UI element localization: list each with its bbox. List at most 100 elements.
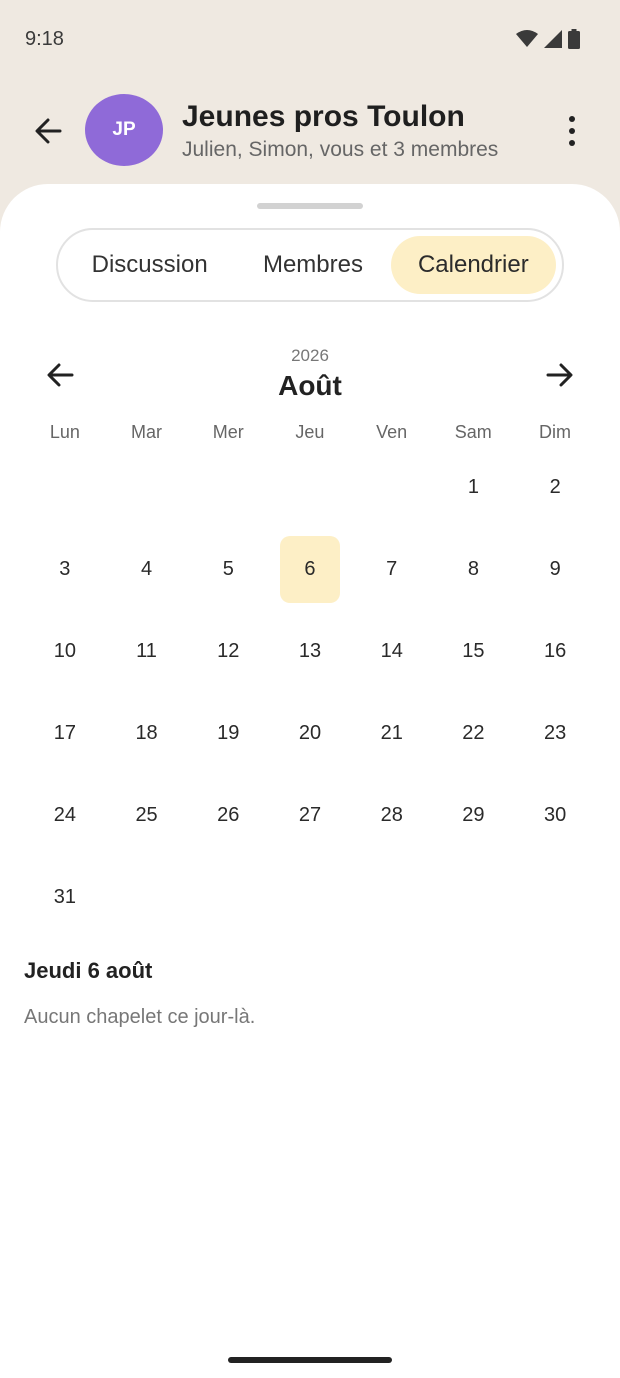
calendar-day[interactable]: 1 (433, 446, 515, 528)
status-bar: 9:18 (0, 0, 620, 78)
weekday-label: Lun (49, 422, 80, 442)
selected-date-heading: Jeudi 6 août (24, 958, 153, 983)
calendar-day[interactable]: 15 (433, 610, 515, 692)
calendar-day[interactable]: 3 (24, 528, 106, 610)
battery-icon (568, 29, 580, 49)
calendar-day[interactable]: 2 (514, 446, 596, 528)
avatar-initials: JP (112, 119, 136, 140)
calendar-day[interactable]: 8 (433, 528, 515, 610)
calendar-day[interactable]: 29 (433, 774, 515, 856)
day-number: 24 (53, 803, 76, 826)
wifi-icon (516, 30, 538, 47)
day-number: 14 (380, 639, 403, 662)
day-number: 12 (217, 639, 240, 662)
calendar-day[interactable]: 16 (514, 610, 596, 692)
calendar-day[interactable]: 11 (106, 610, 188, 692)
day-number: 21 (380, 721, 403, 744)
drag-handle[interactable] (257, 203, 363, 209)
day-number: 25 (135, 803, 158, 826)
day-number: 16 (544, 639, 567, 662)
status-time: 9:18 (25, 27, 64, 50)
day-number: 30 (544, 803, 567, 826)
empty-day-cell (24, 446, 106, 528)
day-number: 8 (467, 557, 479, 580)
day-number: 19 (217, 721, 240, 744)
calendar-year: 2026 (291, 346, 329, 365)
calendar-day[interactable]: 27 (269, 774, 351, 856)
calendar-day[interactable]: 26 (187, 774, 269, 856)
calendar-day[interactable]: 30 (514, 774, 596, 856)
home-indicator[interactable] (228, 1357, 392, 1363)
calendar-grid: 1 2 3 4 5 6 7 8 9 10 11 12 13 14 15 16 17 18 19 20 21 22 23 24 2… (24, 446, 596, 938)
chat-header: JP Jeunes pros Toulon Julien, Simon, vou… (0, 78, 620, 188)
back-arrow-icon[interactable] (30, 114, 68, 148)
day-number: 27 (298, 803, 322, 826)
calendar-day[interactable]: 20 (269, 692, 351, 774)
weekday-label: Mar (131, 422, 163, 442)
calendar-day[interactable]: 14 (351, 610, 433, 692)
empty-day-cell (106, 446, 188, 528)
day-number: 4 (141, 557, 153, 580)
empty-state-message: Aucun chapelet ce jour-là. (24, 1006, 256, 1028)
calendar-day[interactable]: 31 (24, 856, 106, 938)
weekday-label: Mer (212, 422, 244, 442)
weekday-label: Ven (376, 422, 408, 442)
calendar-day[interactable]: 18 (106, 692, 188, 774)
day-number: 18 (135, 721, 158, 744)
calendar-month: Août (278, 370, 342, 401)
tab-calendrier[interactable]: Calendrier (390, 236, 556, 294)
day-number: 6 (304, 557, 316, 580)
status-icons (516, 29, 580, 49)
day-number: 2 (549, 475, 561, 498)
calendar-day[interactable]: 21 (351, 692, 433, 774)
group-title[interactable]: Jeunes pros Toulon (182, 100, 465, 134)
day-number: 20 (298, 721, 322, 744)
day-number: 15 (462, 639, 485, 662)
day-number: 29 (462, 803, 485, 826)
group-avatar[interactable]: JP (85, 94, 163, 166)
calendar-day[interactable]: 7 (351, 528, 433, 610)
day-number: 28 (380, 803, 403, 826)
tab-bar: Discussion Membres Calendrier (56, 228, 564, 302)
group-members-summary[interactable]: Julien, Simon, vous et 3 membres (182, 138, 498, 162)
empty-day-cell (351, 446, 433, 528)
weekday-label: Jeu (295, 422, 325, 442)
calendar-day[interactable]: 19 (187, 692, 269, 774)
weekday-label: Dim (538, 422, 571, 442)
day-number: 10 (53, 639, 76, 662)
day-number: 7 (386, 557, 398, 580)
calendar-day[interactable]: 9 (514, 528, 596, 610)
tab-discussion[interactable]: Discussion (64, 236, 235, 294)
calendar-day[interactable]: 5 (187, 528, 269, 610)
weekday-header: Lun Mar Mer Jeu Ven Sam Dim (24, 422, 596, 443)
bottom-sheet: Discussion Membres Calendrier 2026 Août … (0, 184, 620, 1378)
calendar-day[interactable]: 10 (24, 610, 106, 692)
more-options-icon[interactable] (560, 116, 584, 146)
calendar-day[interactable]: 22 (433, 692, 515, 774)
calendar-day[interactable]: 17 (24, 692, 106, 774)
calendar-day[interactable]: 23 (514, 692, 596, 774)
day-number: 9 (549, 557, 561, 580)
day-number: 13 (298, 639, 322, 662)
calendar-day[interactable]: 12 (187, 610, 269, 692)
empty-day-cell (269, 446, 351, 528)
day-number: 17 (53, 721, 76, 744)
calendar-day[interactable]: 25 (106, 774, 188, 856)
day-number: 22 (462, 721, 485, 744)
day-number: 26 (217, 803, 240, 826)
calendar-day[interactable]: 24 (24, 774, 106, 856)
day-number: 23 (544, 721, 567, 744)
calendar-day-selected[interactable]: 6 (269, 528, 351, 610)
day-number: 31 (53, 885, 76, 908)
empty-day-cell (187, 446, 269, 528)
calendar-day[interactable]: 13 (269, 610, 351, 692)
tab-membres[interactable]: Membres (235, 236, 390, 294)
day-number: 1 (467, 475, 479, 498)
signal-icon (544, 30, 562, 48)
day-number: 11 (136, 639, 157, 662)
next-month-arrow-icon[interactable] (542, 360, 576, 390)
calendar-day[interactable]: 4 (106, 528, 188, 610)
weekday-label: Sam (454, 422, 492, 442)
calendar-day[interactable]: 28 (351, 774, 433, 856)
day-number: 3 (59, 557, 71, 580)
